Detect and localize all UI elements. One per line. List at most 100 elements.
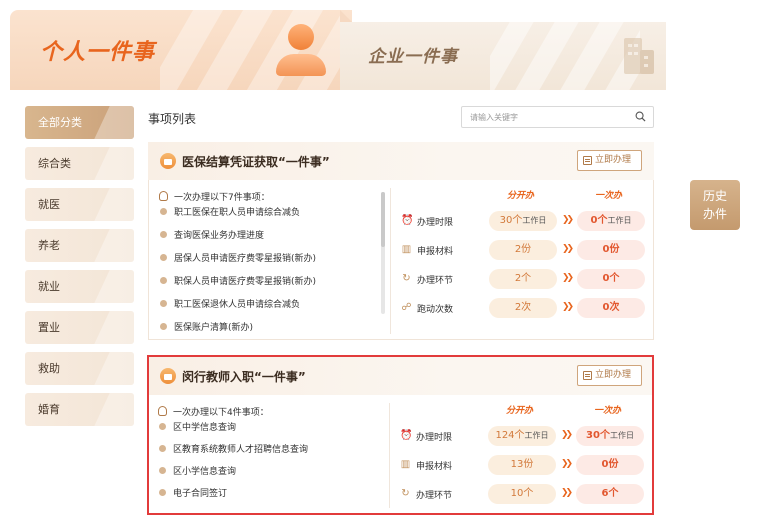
stat-label: 办理时限 — [417, 218, 454, 228]
before-value: 13份 — [488, 455, 556, 475]
stat-row: ↻ 办理环节 10个 ❯❯ 6个 — [396, 483, 646, 505]
bullet-icon — [159, 445, 166, 452]
search-input[interactable] — [462, 107, 622, 127]
stat-row: ▥ 申报材料 13份 ❯❯ 0份 — [396, 454, 646, 476]
sidebar-item-label: 救助 — [38, 362, 60, 375]
header-tabs: 个人一件事 企业一件事 — [10, 10, 666, 90]
bullet-icon — [159, 423, 166, 430]
after-value: 6个 — [576, 484, 644, 504]
list-item: 区小学信息查询 — [158, 464, 383, 486]
list-title: 事项列表 — [148, 112, 197, 126]
list-item: 医保账户清算(新办) — [159, 320, 384, 343]
double-chevron-icon: ❯❯ — [561, 488, 573, 498]
stat-row: ↻ 办理环节 2个 ❯❯ 0个 — [397, 268, 647, 290]
sidebar-item-label: 婚育 — [38, 403, 60, 416]
sidebar-item-label: 综合类 — [38, 157, 71, 170]
sidebar-item-all[interactable]: 全部分类 — [25, 106, 134, 139]
list-lead-text: 一次办理以下7件事项： — [174, 193, 270, 203]
list-item: 查询医保业务办理进度 — [159, 228, 384, 251]
double-chevron-icon: ❯❯ — [562, 302, 574, 312]
list-item: 区中学信息查询 — [158, 420, 383, 442]
card-body: 一次办理以下4件事项： 区中学信息查询 区教育系统教师人才招聘信息查询 区小学信… — [148, 395, 654, 513]
sidebar-item-elderly[interactable]: 养老 — [25, 229, 134, 262]
list-item-text: 职工医保在职人员申请综合减负 — [174, 208, 301, 218]
bullet-icon — [159, 489, 166, 496]
bullet-icon — [160, 277, 167, 284]
before-value: 30个工作日 — [489, 211, 557, 231]
column-divider — [390, 188, 391, 334]
double-chevron-icon: ❯❯ — [561, 459, 573, 469]
cycle-icon: ↻ — [402, 273, 411, 284]
stat-row: ▥ 申报材料 2份 ❯❯ 0份 — [397, 239, 647, 261]
scrollbar-thumb[interactable] — [381, 192, 385, 247]
sidebar-item-housing[interactable]: 置业 — [25, 311, 134, 344]
card-body: 一次办理以下7件事项： 职工医保在职人员申请综合减负 查询医保业务办理进度 居保… — [148, 180, 654, 340]
after-value: 0个 — [577, 269, 645, 289]
service-icon — [160, 153, 176, 169]
double-chevron-icon: ❯❯ — [562, 215, 574, 225]
list-item: 职保人员申请医疗费零星报销(新办) — [159, 274, 384, 297]
before-value: 2个 — [489, 269, 557, 289]
sidebar-item-employment[interactable]: 就业 — [25, 270, 134, 303]
sidebar-item-label: 就业 — [38, 280, 60, 293]
history-cases-button[interactable]: 历史 办件 — [690, 180, 740, 230]
scrollbar[interactable] — [381, 192, 385, 314]
list-item: 区教育系统教师人才招聘信息查询 — [158, 442, 383, 464]
after-value: 0次 — [577, 298, 645, 318]
item-list: 一次办理以下7件事项： 职工医保在职人员申请综合减负 查询医保业务办理进度 居保… — [159, 190, 384, 343]
stat-label: 办理环节 — [416, 491, 453, 501]
sidebar-item-label: 就医 — [38, 198, 60, 211]
history-line1: 历史 — [702, 189, 727, 203]
list-item-text: 职工医保退休人员申请综合减负 — [174, 300, 301, 310]
bullet-icon — [160, 254, 167, 261]
list-item-text: 电子合同签订 — [173, 489, 228, 499]
stat-row: ⏰ 办理时限 30个工作日 ❯❯ 0个工作日 — [397, 210, 647, 232]
search-icon[interactable] — [635, 111, 646, 122]
bullet-icon — [160, 300, 167, 307]
sidebar-item-assistance[interactable]: 救助 — [25, 352, 134, 385]
item-list: 一次办理以下4件事项： 区中学信息查询 区教育系统教师人才招聘信息查询 区小学信… — [158, 405, 383, 508]
tab-personal[interactable]: 个人一件事 — [10, 10, 352, 90]
tab-personal-label: 个人一件事 — [40, 40, 156, 65]
person-icon — [272, 24, 328, 78]
stat-label: 申报材料 — [416, 462, 453, 472]
list-item: 居保人员申请医疗费零星报销(新办) — [159, 251, 384, 274]
apply-now-button[interactable]: 立即办理 — [577, 150, 642, 171]
cycle-icon: ↻ — [401, 488, 410, 499]
service-icon — [160, 368, 176, 384]
list-item-text: 职保人员申请医疗费零星报销(新办) — [174, 277, 317, 287]
document-icon — [583, 371, 592, 380]
apply-now-label: 立即办理 — [595, 155, 632, 165]
apply-now-button[interactable]: 立即办理 — [577, 365, 642, 386]
list-item-text: 居保人员申请医疗费零星报销(新办) — [174, 254, 317, 264]
service-card: 医保结算凭证获取“一件事” 立即办理 一次办理以下7件事项： 职工医保在职人员申… — [148, 142, 654, 340]
card-header: 医保结算凭证获取“一件事” 立即办理 — [148, 142, 654, 180]
sidebar-item-label: 养老 — [38, 239, 60, 252]
lightbulb-icon — [158, 406, 167, 416]
sidebar-item-medical[interactable]: 就医 — [25, 188, 134, 221]
books-icon: ▥ — [401, 244, 412, 255]
before-value: 124个工作日 — [488, 426, 556, 446]
card-title: 闵行教师入职“一件事” — [182, 370, 306, 384]
tab-company[interactable]: 企业一件事 — [340, 10, 666, 90]
stat-label: 办理时限 — [416, 433, 453, 443]
after-value: 30个工作日 — [576, 426, 644, 446]
stat-label: 申报材料 — [417, 247, 454, 257]
list-item-text: 区小学信息查询 — [173, 467, 237, 477]
tab-decoration — [490, 22, 640, 90]
stat-row: ⏰ 办理时限 124个工作日 ❯❯ 30个工作日 — [396, 425, 646, 447]
sidebar-item-general[interactable]: 综合类 — [25, 147, 134, 180]
list-item-text: 区教育系统教师人才招聘信息查询 — [173, 445, 309, 455]
list-item-text: 医保账户清算(新办) — [174, 323, 254, 333]
document-icon — [583, 156, 592, 165]
history-line2: 办件 — [702, 207, 727, 221]
double-chevron-icon: ❯❯ — [561, 430, 573, 440]
after-header: 一次办 — [594, 406, 622, 416]
books-icon: ▥ — [400, 459, 411, 470]
sidebar-item-marriage[interactable]: 婚育 — [25, 393, 134, 426]
service-card: 闵行教师入职“一件事” 立即办理 一次办理以下4件事项： 区中学信息查询 区教育… — [148, 357, 654, 513]
after-header: 一次办 — [595, 191, 623, 201]
tab-notch — [340, 10, 352, 22]
after-value: 0份 — [576, 455, 644, 475]
list-lead-text: 一次办理以下4件事项： — [173, 408, 269, 418]
